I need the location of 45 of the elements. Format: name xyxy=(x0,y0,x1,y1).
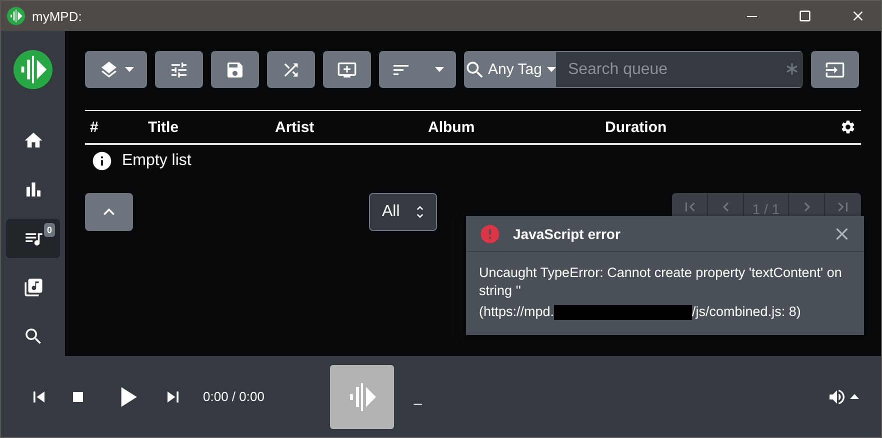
settings-icon[interactable] xyxy=(840,119,856,135)
caret-icon xyxy=(435,67,444,72)
toolbar-button[interactable] xyxy=(85,51,147,88)
maximize-icon xyxy=(797,8,813,24)
import-button[interactable] xyxy=(811,51,859,88)
music-album-icon xyxy=(22,276,44,298)
nav-item[interactable]: 0 xyxy=(6,218,60,258)
error-source: /js/combined.js: 8) xyxy=(692,303,801,321)
info-icon xyxy=(91,150,113,172)
enter-icon xyxy=(825,60,845,80)
column-header: Album xyxy=(428,118,476,136)
sliders-icon xyxy=(169,60,189,80)
empty-message: Empty list xyxy=(122,152,192,170)
error-icon xyxy=(479,222,501,244)
window-title: myMPD: xyxy=(32,8,83,24)
error-source: (https://mpd. xyxy=(479,303,554,321)
filter-select[interactable]: All xyxy=(369,193,437,231)
chevron-right-icon xyxy=(804,202,810,212)
toast-title: JavaScript error xyxy=(513,226,622,242)
toolbar-button[interactable] xyxy=(267,51,315,88)
column-header: Duration xyxy=(605,118,668,136)
speaker-icon xyxy=(827,386,847,406)
monitor-plus-icon xyxy=(337,60,357,80)
song-title: _ xyxy=(414,388,423,404)
toolbar-button[interactable] xyxy=(155,51,203,88)
chevron-left-icon xyxy=(722,202,728,212)
caret-icon xyxy=(124,67,134,72)
volume-button[interactable] xyxy=(827,386,859,406)
logo xyxy=(13,50,53,90)
caret-icon xyxy=(850,394,859,399)
toolbar-button[interactable] xyxy=(379,51,456,88)
search-icon xyxy=(22,326,44,347)
layers-icon xyxy=(98,60,118,80)
toolbar-button[interactable] xyxy=(323,51,371,88)
toolbar-button[interactable] xyxy=(211,51,259,88)
column-header: Title xyxy=(148,118,180,136)
tag-dropdown[interactable]: Any Tag xyxy=(464,51,556,88)
search-field[interactable]: Search queue xyxy=(556,51,803,88)
error-message: Uncaught TypeError: Cannot create property 'textContent' on string '' xyxy=(479,264,843,300)
elapsed-time: 0:00 / 0:00 xyxy=(203,389,266,404)
column-header: Artist xyxy=(275,118,316,136)
column-header: # xyxy=(90,118,100,136)
caret-icon xyxy=(546,67,556,72)
app-icon xyxy=(7,7,25,25)
count-badge: 0 xyxy=(44,222,55,237)
